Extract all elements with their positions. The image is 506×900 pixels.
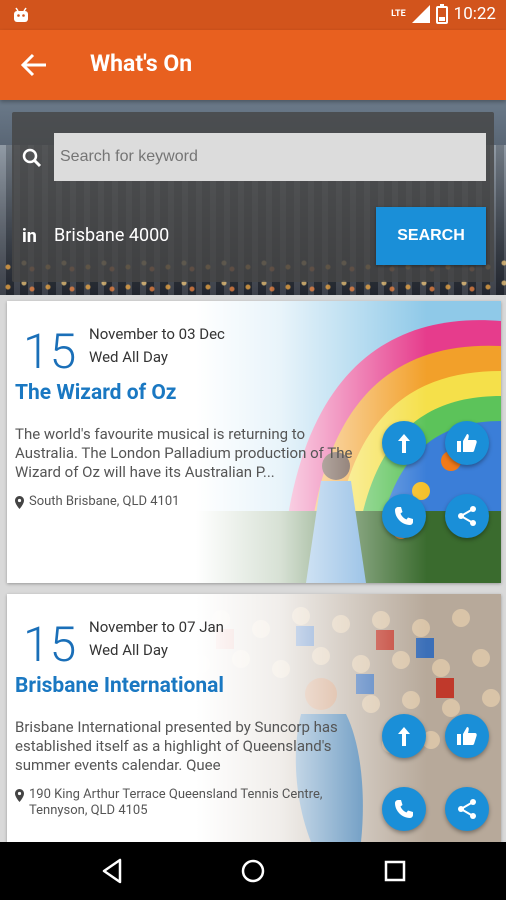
- location-pin-icon: [15, 496, 24, 509]
- share-icon: [458, 506, 476, 526]
- share-button[interactable]: [445, 494, 489, 538]
- clock: 10:22: [453, 4, 496, 24]
- event-date-range: November to 07 Jan: [89, 618, 224, 636]
- call-button[interactable]: [382, 787, 426, 831]
- event-title[interactable]: Brisbane International: [15, 674, 224, 698]
- event-day: 15: [23, 616, 77, 673]
- event-title[interactable]: The Wizard of Oz: [15, 381, 176, 405]
- event-card[interactable]: 15 November to 07 Jan Wed All Day Brisba…: [7, 594, 501, 842]
- share-icon: [458, 799, 476, 819]
- event-day: 15: [23, 323, 77, 380]
- location-field[interactable]: Brisbane 4000: [54, 225, 169, 246]
- search-icon: [22, 148, 42, 168]
- back-arrow-icon[interactable]: [20, 52, 48, 78]
- thumbs-up-icon: [457, 434, 477, 452]
- phone-icon: [395, 507, 413, 525]
- directions-icon: [398, 727, 410, 746]
- thumbs-up-icon: [457, 727, 477, 745]
- nav-back-icon[interactable]: [98, 856, 128, 886]
- directions-button[interactable]: [382, 421, 426, 465]
- call-button[interactable]: [382, 494, 426, 538]
- event-card[interactable]: 15 November to 03 Dec Wed All Day The Wi…: [7, 301, 501, 583]
- like-button[interactable]: [445, 421, 489, 465]
- directions-button[interactable]: [382, 714, 426, 758]
- nav-home-icon[interactable]: [238, 856, 268, 886]
- search-button[interactable]: SEARCH: [376, 207, 486, 265]
- keyword-search-input[interactable]: [54, 133, 486, 181]
- directions-icon: [398, 434, 410, 453]
- nav-recents-icon[interactable]: [380, 856, 410, 886]
- system-nav-bar: [0, 842, 506, 900]
- in-label: in: [22, 226, 37, 247]
- event-address: South Brisbane, QLD 4101: [15, 494, 375, 510]
- event-description: The world's favourite musical is returni…: [15, 425, 353, 481]
- app-bar: What's On: [0, 30, 506, 100]
- network-label: LTE: [391, 9, 406, 19]
- share-button[interactable]: [445, 787, 489, 831]
- signal-icon: [411, 5, 430, 23]
- status-bar: LTE 10:22: [0, 0, 506, 30]
- event-time: Wed All Day: [89, 348, 169, 366]
- android-icon: [14, 7, 28, 22]
- like-button[interactable]: [445, 714, 489, 758]
- battery-icon: [435, 4, 448, 24]
- page-title: What's On: [90, 50, 193, 77]
- search-panel: in Brisbane 4000 SEARCH: [12, 112, 494, 282]
- event-date-range: November to 03 Dec: [89, 325, 225, 343]
- event-address: 190 King Arthur Terrace Queensland Tenni…: [15, 787, 375, 819]
- event-description: Brisbane International presented by Sunc…: [15, 718, 338, 774]
- event-time: Wed All Day: [89, 641, 169, 659]
- phone-icon: [395, 800, 413, 818]
- location-pin-icon: [15, 789, 24, 802]
